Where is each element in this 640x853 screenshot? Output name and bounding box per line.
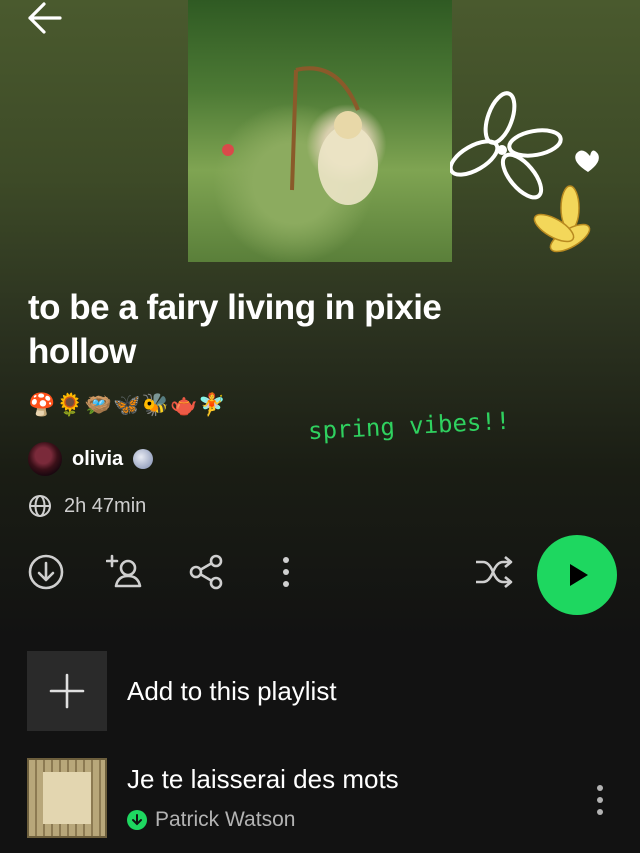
download-icon <box>28 554 64 590</box>
plus-icon <box>49 673 85 709</box>
share-button[interactable] <box>186 550 226 594</box>
flower-doodle <box>450 91 599 253</box>
owner-name: olivia <box>72 447 124 470</box>
invite-collaborator-button[interactable] <box>106 550 146 594</box>
back-arrow-icon <box>28 2 62 34</box>
more-icon <box>283 557 289 587</box>
share-icon <box>189 554 223 590</box>
more-options-button[interactable] <box>266 550 306 594</box>
duration-text: 2h 47min <box>64 494 147 517</box>
cover-illustration <box>222 66 378 205</box>
globe-icon <box>29 495 51 517</box>
track-title[interactable]: Je te laisserai des mots <box>127 764 399 795</box>
download-button[interactable] <box>26 550 66 594</box>
avatar <box>28 442 62 476</box>
add-to-playlist-button[interactable] <box>27 651 107 731</box>
playlist-duration: 2h 47min <box>28 494 146 518</box>
play-button[interactable] <box>537 535 617 615</box>
moon-emoji-icon <box>133 449 154 469</box>
shuffle-button[interactable] <box>474 550 514 594</box>
play-icon <box>570 564 588 586</box>
shuffle-icon <box>476 556 513 588</box>
add-user-icon <box>106 554 142 588</box>
more-icon <box>597 785 603 815</box>
track-artwork <box>27 758 107 838</box>
playlist-cover <box>188 0 452 262</box>
track-artist: Patrick Watson <box>127 808 295 832</box>
back-button[interactable] <box>24 0 64 36</box>
playlist-description: 🍄🌻🪺🦋🐝🫖🧚 <box>28 392 227 417</box>
track-artist-name: Patrick Watson <box>155 808 296 831</box>
handwritten-note: spring vibes!! <box>307 406 511 446</box>
add-to-playlist-label[interactable]: Add to this playlist <box>127 676 337 707</box>
playlist-owner[interactable]: olivia <box>28 440 154 478</box>
playlist-title: to be a fairy living in pixie hollow <box>28 288 442 371</box>
downloaded-icon <box>127 810 147 830</box>
track-artwork-figure <box>43 772 91 824</box>
track-more-button[interactable] <box>586 776 614 824</box>
